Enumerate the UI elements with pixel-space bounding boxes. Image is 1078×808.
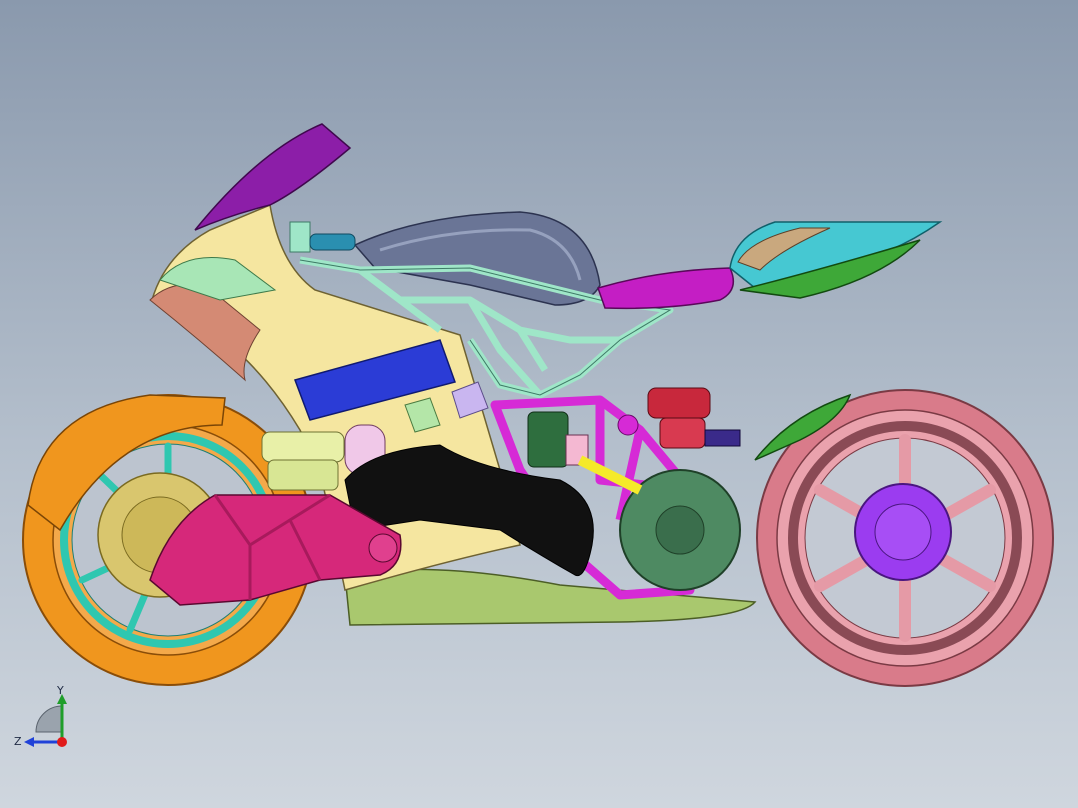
handlebar [289, 221, 356, 253]
seat [597, 267, 735, 310]
rear-shock [647, 387, 741, 449]
cad-viewport[interactable]: Y Z [0, 0, 1078, 808]
windscreen [194, 123, 352, 231]
x-axis-dot-icon [57, 737, 67, 747]
y-axis-label: Y [56, 684, 64, 697]
z-axis-label: Z [14, 735, 22, 748]
battery-pack [527, 411, 569, 468]
axis-triad[interactable]: Y Z [10, 682, 90, 762]
z-axis-arrow-icon [24, 737, 34, 747]
tail-section [729, 221, 943, 299]
triad-view-cube-icon [35, 705, 63, 733]
motorcycle-model[interactable] [0, 0, 1078, 808]
